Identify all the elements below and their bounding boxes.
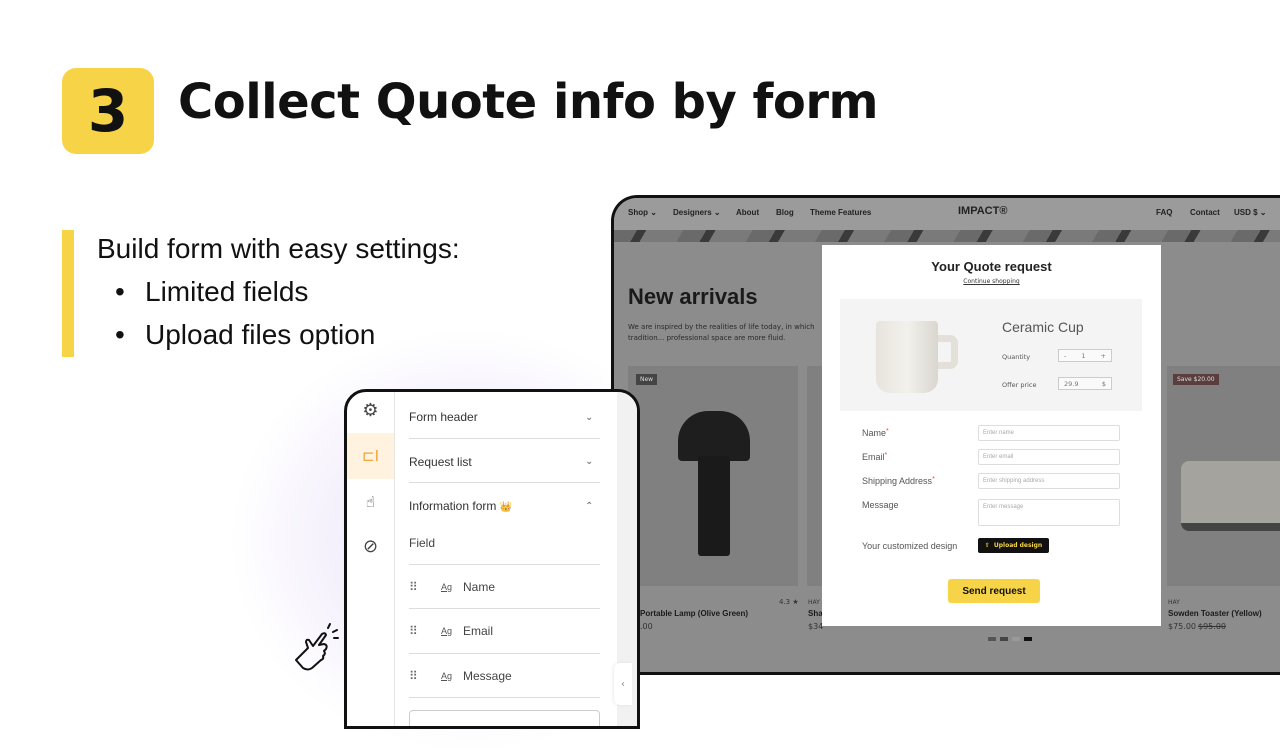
field-row-message[interactable]: ⠿ Ag Message <box>409 669 512 683</box>
currency-symbol: $ <box>1101 379 1106 388</box>
nav-faq[interactable]: FAQ <box>1156 208 1172 217</box>
product-vendor: HAY <box>1168 599 1180 606</box>
quantity-stepper[interactable]: - 1 + <box>1058 349 1112 362</box>
section-form-header[interactable]: Form header <box>409 410 478 424</box>
product-badge: Save $20.00 <box>1173 374 1219 385</box>
color-swatches[interactable] <box>988 637 1032 641</box>
text-field-icon: Ag <box>441 626 453 636</box>
field-heading: Field <box>409 536 436 550</box>
panel-icon-rail: ⚙ ⊏I ☝ ⊘ <box>347 392 395 726</box>
step-badge: 3 <box>62 68 154 154</box>
product-card[interactable]: Save $20.00 <box>1167 366 1280 586</box>
text-field-icon: Ag <box>441 582 453 592</box>
bullet-item: • Upload files option <box>115 319 376 350</box>
product-vendor: HAY <box>808 599 820 606</box>
store-logo[interactable]: IMPACT® <box>958 205 1007 217</box>
product-badge: New <box>636 374 658 385</box>
slide-title: Collect Quote info by form <box>178 74 879 130</box>
cup-image <box>876 321 938 393</box>
drag-handle-icon[interactable]: ⠿ <box>409 624 441 638</box>
section-heading: New arrivals <box>628 284 758 309</box>
email-label: Email* <box>862 452 888 462</box>
product-name[interactable]: Sha <box>808 609 823 618</box>
send-request-button[interactable]: Send request <box>948 579 1040 603</box>
offer-price-label: Offer price <box>1002 381 1037 389</box>
hand-button-icon[interactable]: ☝ <box>347 479 394 525</box>
section-information-form[interactable]: Information form 👑 <box>409 499 512 513</box>
form-settings-panel: ⚙ ⊏I ☝ ⊘ Form header ⌄ Request list ⌄ In… <box>344 389 640 729</box>
nav-blog[interactable]: Blog <box>776 208 794 217</box>
crown-icon: 👑 <box>499 502 513 513</box>
product-name[interactable]: Sowden Toaster (Yellow) <box>1168 609 1262 618</box>
chevron-up-icon[interactable]: ⌃ <box>585 501 593 512</box>
hero-banner <box>614 230 1280 242</box>
product-card[interactable]: New <box>628 366 798 586</box>
nav-about[interactable]: About <box>736 208 759 217</box>
lead-text: Build form with easy settings: <box>97 233 460 264</box>
name-label: Name* <box>862 428 889 438</box>
lamp-image <box>678 411 750 461</box>
quote-product: Ceramic Cup Quantity - 1 + Offer price 2… <box>840 299 1142 411</box>
form-icon[interactable]: ⊏I <box>347 433 394 479</box>
lamp-image <box>698 456 730 556</box>
divider <box>409 438 600 439</box>
product-compare-price: $95.00 <box>1198 622 1226 631</box>
shipping-address-label: Shipping Address* <box>862 476 935 486</box>
quantity-value: 1 <box>1081 351 1086 360</box>
accent-bar <box>62 230 74 357</box>
product-name[interactable]: Portable Lamp (Olive Green) <box>640 609 748 618</box>
drag-handle-icon[interactable]: ⠿ <box>409 580 441 594</box>
tap-hand-icon <box>295 623 339 671</box>
currency-selector[interactable]: USD $ ⌄ <box>1234 208 1267 217</box>
divider <box>409 653 600 654</box>
email-input[interactable]: Enter email <box>978 449 1120 465</box>
block-icon[interactable]: ⊘ <box>347 523 394 569</box>
product-rating: 4.3 ★ <box>779 598 799 606</box>
text-field-icon: Ag <box>441 671 453 681</box>
message-label: Message <box>862 500 899 510</box>
quantity-label: Quantity <box>1002 353 1031 361</box>
upload-design-button[interactable]: ⇧ Upload design <box>978 538 1049 553</box>
nav-contact[interactable]: Contact <box>1190 208 1220 217</box>
product-price: $34 <box>808 622 824 631</box>
offer-price-input[interactable]: 29.9 $ <box>1058 377 1112 390</box>
nav-designers[interactable]: Designers ⌄ <box>673 208 721 217</box>
field-row-email[interactable]: ⠿ Ag Email <box>409 624 493 638</box>
divider <box>409 608 600 609</box>
continue-shopping-link[interactable]: Continue shopping <box>822 278 1161 285</box>
gear-icon[interactable]: ⚙ <box>347 392 394 433</box>
divider <box>409 697 600 698</box>
product-price: $75.00 <box>1168 622 1196 631</box>
field-row-name[interactable]: ⠿ Ag Name <box>409 580 495 594</box>
shipping-address-input[interactable]: Enter shipping address <box>978 473 1120 489</box>
upload-label: Your customized design <box>862 541 958 551</box>
name-input[interactable]: Enter name <box>978 425 1120 441</box>
increment-button[interactable]: + <box>1101 352 1106 360</box>
message-textarea[interactable]: Enter message <box>978 499 1120 526</box>
product-name: Ceramic Cup <box>1002 319 1084 335</box>
chevron-down-icon[interactable]: ⌄ <box>585 456 593 467</box>
upload-icon: ⇧ <box>984 542 990 549</box>
store-browser-mockup: Shop ⌄ Designers ⌄ About Blog Theme Feat… <box>611 195 1280 675</box>
chevron-down-icon[interactable]: ⌄ <box>585 412 593 423</box>
toaster-image <box>1181 461 1280 531</box>
collapse-panel-button[interactable]: ‹ <box>614 663 632 705</box>
offer-price-value: 29.9 <box>1064 379 1079 388</box>
divider <box>409 564 600 565</box>
nav-theme-features[interactable]: Theme Features <box>810 208 871 217</box>
nav-shop[interactable]: Shop ⌄ <box>628 208 657 217</box>
decrement-button[interactable]: - <box>1064 352 1066 360</box>
divider <box>409 482 600 483</box>
bullet-item: • Limited fields <box>115 276 309 307</box>
modal-title: Your Quote request <box>931 259 1052 274</box>
drag-handle-icon[interactable]: ⠿ <box>409 669 441 683</box>
section-request-list[interactable]: Request list <box>409 455 472 469</box>
product-price: .00 <box>640 622 653 631</box>
store-nav: Shop ⌄ Designers ⌄ About Blog Theme Feat… <box>614 198 1280 230</box>
section-intro: We are inspired by the realities of life… <box>628 323 815 342</box>
quote-request-modal: Your Quote request Continue shopping Cer… <box>822 245 1161 626</box>
